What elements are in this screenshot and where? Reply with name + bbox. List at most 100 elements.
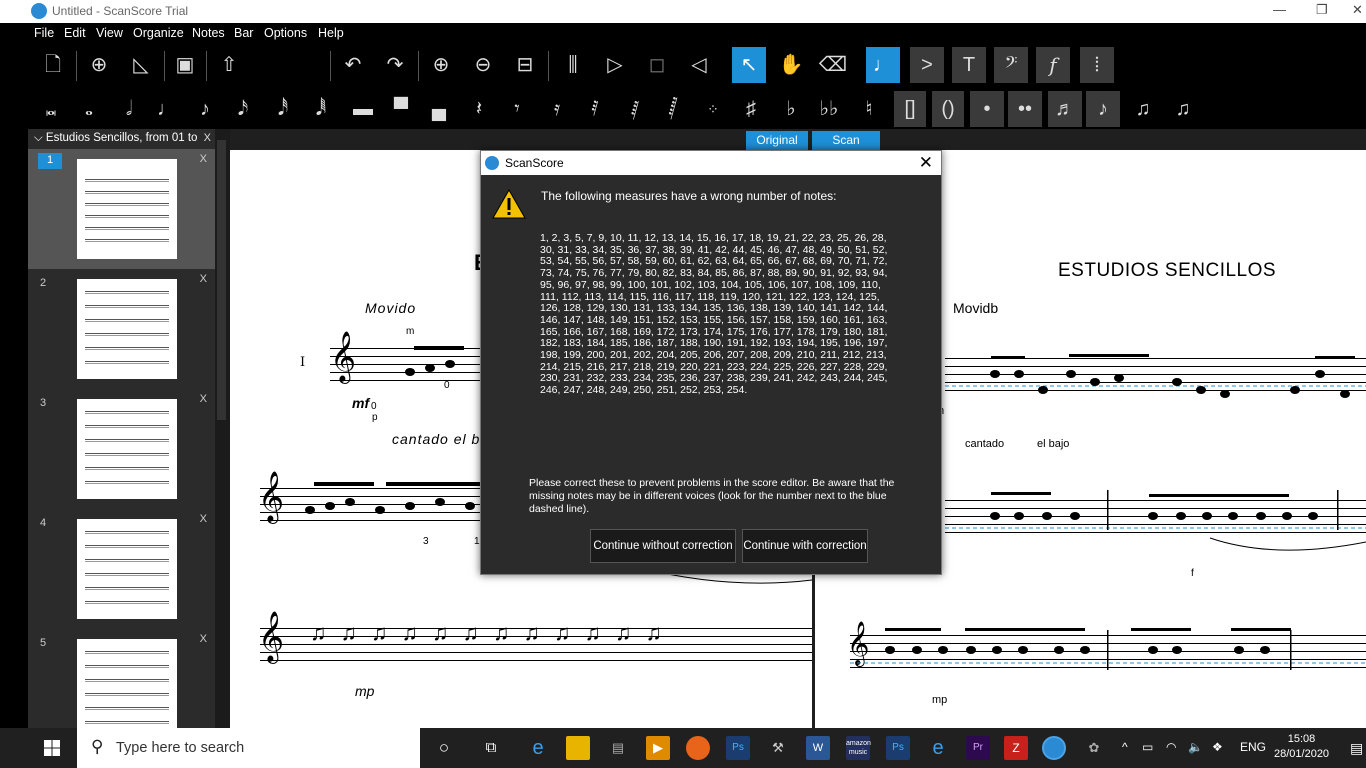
eighth-rest-icon[interactable]: 𝄾 (500, 91, 534, 127)
menu-edit[interactable]: Edit (64, 26, 86, 40)
export-icon[interactable]: ⇧ (212, 47, 246, 83)
whole-note-icon[interactable]: 𝅝 (72, 91, 106, 127)
dynamics-icon[interactable]: f (1036, 47, 1070, 83)
close-window-button[interactable]: ✕ (1352, 2, 1363, 18)
undo-icon[interactable]: ↶ (336, 47, 370, 83)
rewind-icon[interactable]: ◁ (682, 47, 716, 83)
dialog-close-button[interactable]: ✕ (919, 153, 933, 173)
quarter-note-icon[interactable]: ♩ (150, 91, 184, 127)
mixer-icon[interactable]: ⫼ (556, 47, 590, 83)
page-thumbnail-1[interactable]: 1 X (28, 149, 215, 269)
volume-icon[interactable]: 🔈 (1188, 740, 1203, 754)
redo-icon[interactable]: ↷ (378, 47, 412, 83)
menu-options[interactable]: Options (264, 26, 307, 40)
page-remove-button[interactable]: X (200, 633, 207, 645)
page-thumbnail-2[interactable]: 2 X (28, 269, 215, 389)
menu-bar-item[interactable]: Bar (234, 26, 253, 40)
tool-app-icon[interactable]: ⚒ (766, 736, 790, 760)
menu-organize[interactable]: Organize (133, 26, 184, 40)
taskbar-search-box[interactable]: ⚲ Type here to search (77, 728, 420, 768)
sixtyfourth-note-icon[interactable]: 𝅘𝅥𝅱 (304, 91, 338, 127)
tray-chevron-icon[interactable]: ^ (1122, 740, 1128, 754)
breve-rest-icon[interactable]: ▬ (346, 91, 380, 127)
settings-app-icon[interactable]: ✿ (1082, 736, 1106, 760)
slur-icon[interactable]: ♫ (1166, 91, 1200, 127)
hundredtwentyeighth-rest-icon[interactable]: 𝅂 (656, 91, 690, 127)
scan-icon[interactable]: ◺ (124, 47, 158, 83)
parentheses-icon[interactable]: () (932, 91, 964, 127)
word-icon[interactable]: W (806, 736, 830, 760)
note-input-icon[interactable]: ♩ (866, 47, 900, 83)
dots-icon[interactable]: ⁘ (696, 91, 730, 127)
natural-icon[interactable]: ♮ (852, 91, 886, 127)
page-thumbnail-3[interactable]: 3 X (28, 389, 215, 509)
notifications-icon[interactable]: ▤ (1350, 740, 1363, 757)
accent-icon[interactable]: > (910, 47, 944, 83)
sixteenth-rest-icon[interactable]: 𝄿 (540, 91, 574, 127)
stop-icon[interactable]: ◻ (640, 47, 674, 83)
task-view-icon[interactable]: ⧉ (479, 736, 503, 760)
language-indicator[interactable]: ENG (1240, 740, 1266, 754)
scanner-app-icon[interactable]: ▤ (606, 736, 630, 760)
continue-without-correction-button[interactable]: Continue without correction (590, 529, 736, 563)
text-icon[interactable]: T (952, 47, 986, 83)
flat-icon[interactable]: ♭ (774, 91, 808, 127)
premiere-icon[interactable]: Pr (966, 736, 990, 760)
page-remove-button[interactable]: X (200, 153, 207, 165)
sixteenth-note-icon[interactable]: 𝅘𝅥𝅯 (226, 91, 260, 127)
half-rest-icon[interactable]: ▄ (422, 91, 456, 127)
breve-icon[interactable]: 𝅜 (34, 91, 68, 127)
photoshop-icon-2[interactable]: Ps (886, 736, 910, 760)
dropbox-icon[interactable]: ❖ (1212, 740, 1223, 754)
dot-icon[interactable]: • (970, 91, 1004, 127)
page-remove-button[interactable]: X (200, 393, 207, 405)
play-icon[interactable]: ▷ (598, 47, 632, 83)
restore-button[interactable]: ❐ (1316, 2, 1328, 18)
select-tool-icon[interactable]: ↖ (732, 47, 766, 83)
internet-explorer-icon[interactable]: e (926, 736, 950, 760)
minimize-button[interactable]: — (1273, 2, 1286, 17)
firefox-icon[interactable] (686, 736, 710, 760)
tab-original[interactable]: Original (746, 131, 808, 150)
audio-icon[interactable]: ▣ (170, 47, 200, 83)
edge-icon[interactable]: e (526, 736, 550, 760)
double-flat-icon[interactable]: ♭♭ (812, 91, 846, 127)
new-file-icon[interactable]: 🗋 (36, 47, 70, 83)
sidebar-header[interactable]: ⌵ Estudios Sencillos, from 01 to (28, 129, 215, 149)
menu-view[interactable]: View (96, 26, 123, 40)
sixtyfourth-rest-icon[interactable]: 𝅁 (618, 91, 652, 127)
scanscore-taskbar-icon[interactable] (1042, 736, 1066, 760)
whole-rest-icon[interactable]: ▀ (384, 91, 418, 127)
page-thumbnail-4[interactable]: 4 X (28, 509, 215, 629)
double-dot-icon[interactable]: •• (1008, 91, 1042, 127)
windows-start-icon[interactable] (28, 728, 76, 768)
sidebar-scroll-thumb[interactable] (217, 140, 226, 420)
thirtysecond-rest-icon[interactable]: 𝅀 (578, 91, 612, 127)
file-explorer-icon[interactable] (566, 736, 590, 760)
zoom-out-icon[interactable]: ⊖ (466, 47, 500, 83)
continue-with-correction-button[interactable]: Continue with correction (742, 529, 868, 563)
photoshop-icon[interactable]: Ps (726, 736, 750, 760)
menu-help[interactable]: Help (318, 26, 344, 40)
brackets-icon[interactable]: [] (894, 91, 926, 127)
filezilla-icon[interactable]: Z (1004, 736, 1028, 760)
hand-tool-icon[interactable]: ✋ (774, 47, 808, 83)
sidebar-close-button[interactable]: X (204, 132, 211, 144)
tab-scan[interactable]: Scan (812, 131, 880, 150)
cortana-icon[interactable]: ○ (432, 736, 456, 760)
half-note-icon[interactable]: 𝅗𝅥 (112, 91, 146, 127)
tie-icon[interactable]: ♫ (1126, 91, 1160, 127)
page-remove-button[interactable]: X (200, 513, 207, 525)
page-remove-button[interactable]: X (200, 273, 207, 285)
grace-note-icon[interactable]: ♪ (1086, 91, 1120, 127)
eighth-note-icon[interactable]: ♪ (188, 91, 222, 127)
clef-icon[interactable]: 𝄢 (994, 47, 1028, 83)
fit-width-icon[interactable]: ⊟ (508, 47, 542, 83)
quarter-rest-icon[interactable]: 𝄽 (462, 91, 496, 127)
media-player-icon[interactable]: ▶ (646, 736, 670, 760)
menu-notes[interactable]: Notes (192, 26, 225, 40)
battery-icon[interactable]: ▭ (1142, 740, 1153, 754)
thirtysecond-note-icon[interactable]: 𝅘𝅥𝅰 (266, 91, 300, 127)
import-icon[interactable]: ⊕ (82, 47, 116, 83)
menu-file[interactable]: File (34, 26, 54, 40)
